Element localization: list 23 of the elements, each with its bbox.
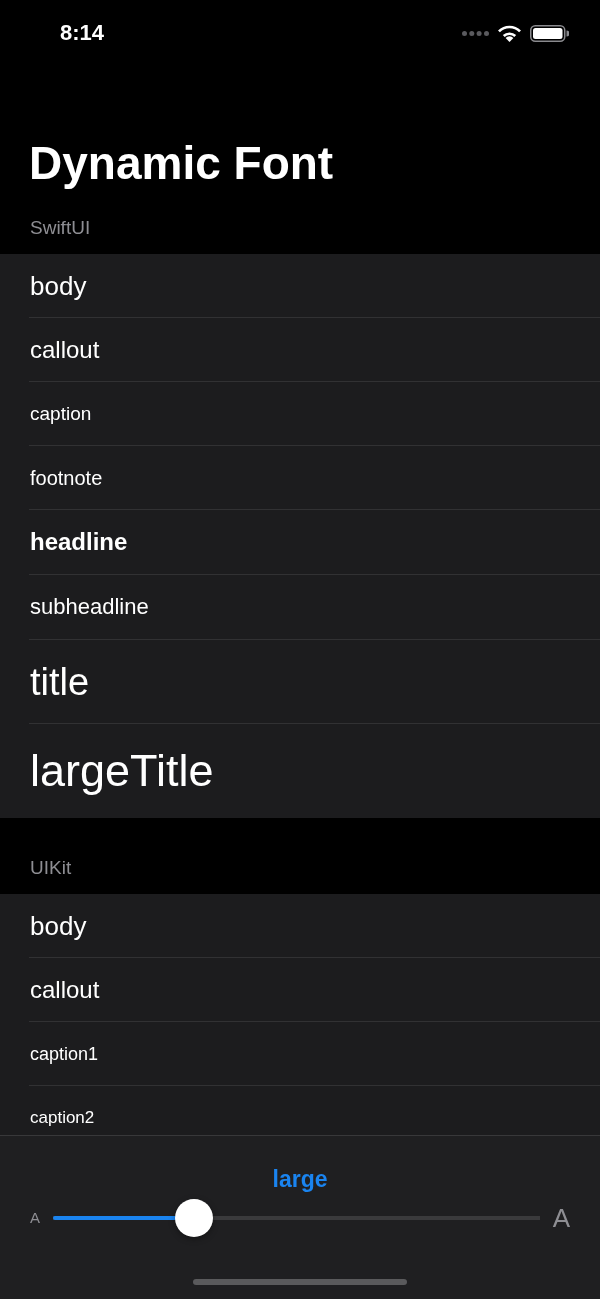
size-name-label: large [272, 1165, 328, 1193]
page-title: Dynamic Font [29, 136, 334, 191]
font-style-label: caption1 [30, 1042, 99, 1065]
section-header: UIKit [30, 857, 72, 879]
font-style-label: body [30, 910, 87, 941]
section-header: SwiftUI [30, 217, 91, 239]
status-time: 8:14 [60, 20, 105, 46]
font-style-label: subheadline [30, 594, 149, 620]
small-a-label: A [30, 1209, 40, 1227]
font-style-label: caption [30, 402, 92, 425]
font-style-label: largeTitle [30, 745, 214, 797]
font-style-label: callout [30, 975, 100, 1004]
font-style-label: footnote [30, 465, 103, 490]
slider-thumb[interactable] [175, 1199, 214, 1237]
font-style-label: headline [30, 528, 128, 556]
font-style-label: callout [30, 335, 100, 364]
large-a-label: A [552, 1203, 570, 1233]
battery-icon [530, 24, 569, 42]
font-style-label: body [30, 270, 87, 301]
wifi-icon [498, 24, 521, 42]
signal-dots-icon [462, 30, 489, 36]
font-style-label: title [30, 659, 90, 704]
font-style-label: caption2 [30, 1108, 95, 1128]
